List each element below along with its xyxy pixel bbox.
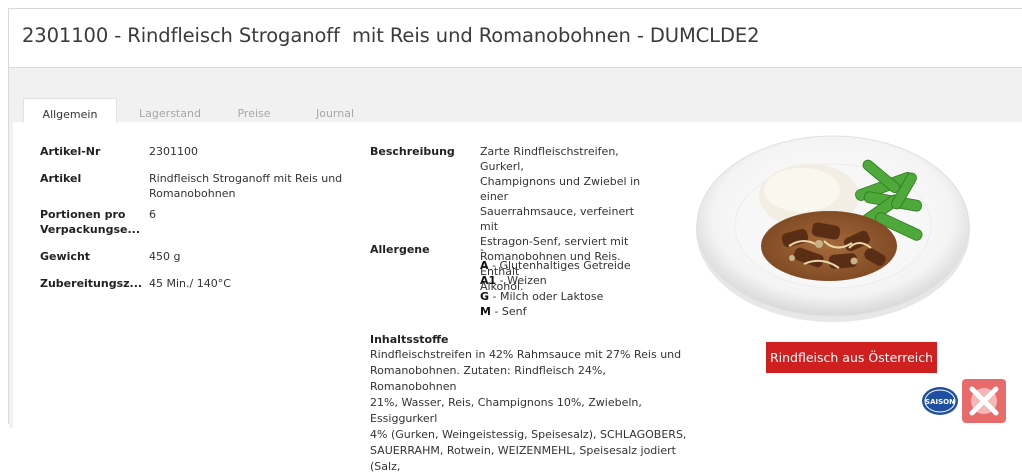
inhaltsstoffe-line: Rindfleischstreifen in 42% Rahmsauce mit… xyxy=(370,348,682,361)
allergen-item: G - Milch oder Laktose xyxy=(480,289,603,304)
zubereitung-value: 45 Min./ 140°C xyxy=(149,277,231,290)
inhaltsstoffe-label: Inhaltsstoffe xyxy=(370,333,449,346)
inhaltsstoffe-line: Romanobohnen. Zutaten: Rindfleisch 24%, … xyxy=(370,364,606,393)
beschreibung-line: Champignons und Zwiebel in einer xyxy=(480,175,641,203)
dish-image xyxy=(696,135,970,322)
allergen-text: - Senf xyxy=(490,305,527,318)
zubereitung-label: Zubereitungsz... xyxy=(40,277,143,290)
beschreibung-label: Beschreibung xyxy=(370,145,455,158)
origin-button[interactable]: Rindfleisch aus Österreich xyxy=(766,342,937,373)
allergen-code: A xyxy=(480,259,489,272)
portionen-label-line2: Verpackungse... xyxy=(40,223,141,236)
artikel-value-line1: Rindfleisch Stroganoff mit Reis und xyxy=(149,172,343,185)
inhaltsstoffe-line: SAUERRAHM, Rotwein, WEIZENMEHL, Speisesa… xyxy=(370,444,676,473)
inhaltsstoffe-text: Rindfleischstreifen in 42% Rahmsauce mit… xyxy=(370,347,690,475)
artikel-nr-value: 2301100 xyxy=(149,145,198,158)
allergen-text: - Milch oder Laktose xyxy=(489,290,604,303)
saison-label: SAISON xyxy=(925,398,955,406)
beschreibung-line: Zarte Rindfleischstreifen, Gurkerl, xyxy=(480,145,619,173)
inhaltsstoffe-line: 4% (Gurken, Weingeistessig, Speisesalz),… xyxy=(370,428,687,441)
allergene-dash: - xyxy=(480,243,484,256)
allergen-item: A - Glutenhaltiges Getreide xyxy=(480,258,631,273)
allergene-label: Allergene xyxy=(370,243,430,256)
artikel-nr-label: Artikel-Nr xyxy=(40,145,101,158)
allergen-text: - Weizen xyxy=(496,274,547,287)
artikel-value-line2: Romanobohnen xyxy=(149,187,236,200)
allergen-text: - Glutenhaltiges Getreide xyxy=(488,259,631,272)
allergen-code: A1 xyxy=(480,274,497,287)
saison-icon: SAISON xyxy=(922,387,958,415)
no-pork-icon xyxy=(962,379,1006,423)
gewicht-value: 450 g xyxy=(149,250,181,263)
allergen-item: A1 - Weizen xyxy=(480,273,547,288)
allergen-code: M xyxy=(480,305,491,318)
allergen-item: M - Senf xyxy=(480,304,527,319)
page-title: 2301100 - Rindfleisch Stroganoff mit Rei… xyxy=(22,24,760,47)
portionen-value: 6 xyxy=(149,208,156,221)
beschreibung-line: Sauerrahmsauce, verfeinert mit xyxy=(480,205,635,233)
header-bar: 2301100 - Rindfleisch Stroganoff mit Rei… xyxy=(9,9,1022,68)
artikel-label: Artikel xyxy=(40,172,82,185)
portionen-label-line1: Portionen pro xyxy=(40,208,126,221)
gewicht-label: Gewicht xyxy=(40,250,91,263)
beschreibung-line: Estragon-Senf, serviert mit xyxy=(480,235,629,248)
inhaltsstoffe-line: 21%, Wasser, Reis, Champignons 10%, Zwie… xyxy=(370,396,642,425)
allergen-code: G xyxy=(480,290,490,303)
